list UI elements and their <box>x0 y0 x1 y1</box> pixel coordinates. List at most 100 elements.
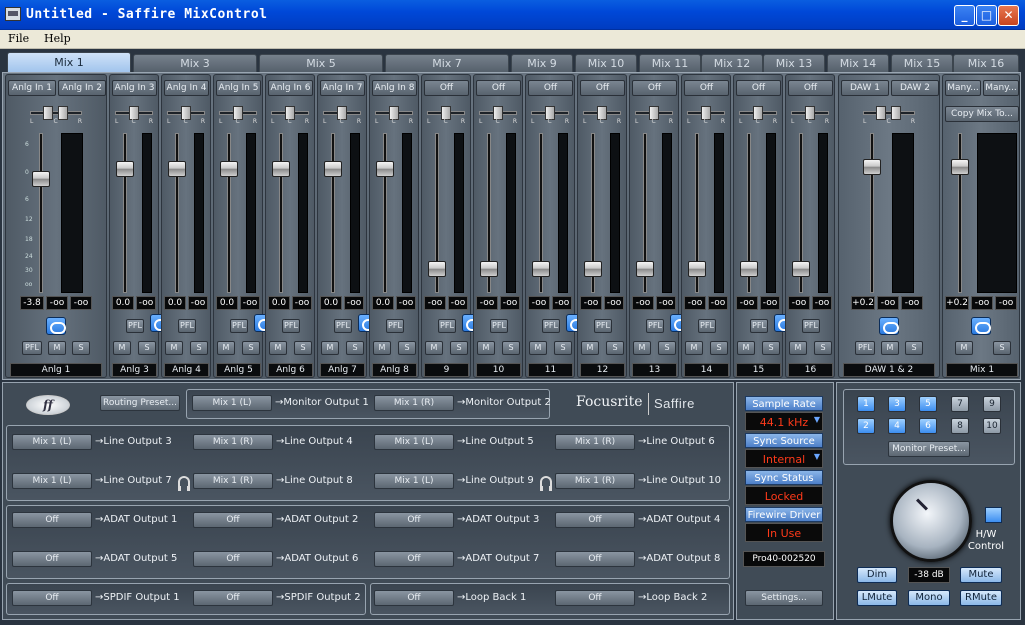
input-source-select[interactable]: Many... <box>945 80 981 96</box>
stereo-link-icon[interactable] <box>46 317 66 335</box>
volume-fader[interactable] <box>792 133 810 293</box>
route-source-select[interactable]: Mix 1 (R) <box>374 395 454 411</box>
mute-all-button[interactable]: Mute <box>960 567 1002 583</box>
solo-button[interactable]: S <box>346 341 364 355</box>
settings-button[interactable]: Settings... <box>745 590 823 606</box>
mute-button[interactable]: M <box>165 341 183 355</box>
route-source-select[interactable]: Mix 1 (R) <box>193 473 273 489</box>
input-source-select[interactable]: Anlg In 7 <box>320 80 365 96</box>
route-source-select[interactable]: Off <box>555 512 635 528</box>
volume-fader[interactable] <box>863 133 881 293</box>
pan-control[interactable]: LCR <box>427 102 465 125</box>
mute-button[interactable]: M <box>881 341 899 355</box>
route-source-select[interactable]: Off <box>193 590 273 606</box>
solo-button[interactable]: S <box>242 341 260 355</box>
mono-button[interactable]: Mono <box>908 590 950 606</box>
tab-mix-1[interactable]: Mix 1 <box>7 52 131 73</box>
pfl-button[interactable]: PFL <box>178 319 196 333</box>
input-source-select[interactable]: Anlg In 2 <box>58 80 106 96</box>
mute-button[interactable]: M <box>581 341 599 355</box>
input-source-select[interactable]: DAW 1 <box>841 80 889 96</box>
input-source-select[interactable]: Anlg In 3 <box>112 80 157 96</box>
pan-control[interactable]: LCR <box>271 102 309 125</box>
route-source-select[interactable]: Mix 1 (L) <box>374 473 454 489</box>
input-source-select[interactable]: Off <box>632 80 677 96</box>
mute-button[interactable]: M <box>955 341 973 355</box>
input-source-select[interactable]: Anlg In 6 <box>268 80 313 96</box>
pan-control[interactable]: LCR <box>375 102 413 125</box>
volume-fader[interactable] <box>428 133 446 293</box>
monitor-button-9[interactable]: 9 <box>983 396 1001 412</box>
pan-control[interactable]: LCR <box>167 102 205 125</box>
volume-fader[interactable] <box>688 133 706 293</box>
routing-preset-button[interactable]: Routing Preset... <box>100 395 180 411</box>
pfl-button[interactable]: PFL <box>22 341 42 355</box>
mute-button[interactable]: M <box>685 341 703 355</box>
stereo-link-icon[interactable] <box>879 317 899 335</box>
right-mute-button[interactable]: RMute <box>960 590 1002 606</box>
solo-button[interactable]: S <box>138 341 156 355</box>
volume-fader[interactable] <box>636 133 654 293</box>
left-mute-button[interactable]: LMute <box>857 590 897 606</box>
mute-button[interactable]: M <box>269 341 287 355</box>
route-source-select[interactable]: Mix 1 (L) <box>12 473 92 489</box>
pfl-button[interactable]: PFL <box>594 319 612 333</box>
monitor-button-8[interactable]: 8 <box>951 418 969 434</box>
solo-button[interactable]: S <box>398 341 416 355</box>
monitor-button-10[interactable]: 10 <box>983 418 1001 434</box>
route-source-select[interactable]: Mix 1 (L) <box>374 434 454 450</box>
pan-control[interactable]: LCR <box>219 102 257 125</box>
close-button[interactable]: ✕ <box>998 5 1019 26</box>
route-source-select[interactable]: Off <box>374 551 454 567</box>
volume-fader[interactable] <box>532 133 550 293</box>
volume-fader[interactable] <box>584 133 602 293</box>
solo-button[interactable]: S <box>993 341 1011 355</box>
pfl-button[interactable]: PFL <box>490 319 508 333</box>
input-source-select[interactable]: Off <box>684 80 729 96</box>
pfl-button[interactable]: PFL <box>438 319 456 333</box>
volume-fader[interactable] <box>272 133 290 293</box>
mute-button[interactable]: M <box>633 341 651 355</box>
tab-mix-11[interactable]: Mix 11 <box>639 54 701 72</box>
pan-control[interactable]: LCR <box>583 102 621 125</box>
route-source-select[interactable]: Mix 1 (R) <box>555 434 635 450</box>
route-source-select[interactable]: Mix 1 (L) <box>12 434 92 450</box>
mute-button[interactable]: M <box>217 341 235 355</box>
route-source-select[interactable]: Off <box>12 512 92 528</box>
mute-button[interactable]: M <box>321 341 339 355</box>
pan-control[interactable]: LCR <box>30 102 82 125</box>
pan-control[interactable]: LCR <box>791 102 829 125</box>
route-source-select[interactable]: Off <box>12 551 92 567</box>
mute-button[interactable]: M <box>373 341 391 355</box>
input-source-select[interactable]: Off <box>424 80 469 96</box>
pan-control[interactable]: LCR <box>115 102 153 125</box>
input-source-select[interactable]: Off <box>788 80 833 96</box>
route-source-select[interactable]: Off <box>12 590 92 606</box>
monitor-button-3[interactable]: 3 <box>888 396 906 412</box>
tab-mix-10[interactable]: Mix 10 <box>575 54 637 72</box>
input-source-select[interactable]: Anlg In 1 <box>8 80 56 96</box>
input-source-select[interactable]: Many... <box>983 80 1019 96</box>
mute-button[interactable]: M <box>425 341 443 355</box>
pfl-button[interactable]: PFL <box>750 319 768 333</box>
pfl-button[interactable]: PFL <box>802 319 820 333</box>
dim-button[interactable]: Dim <box>857 567 897 583</box>
input-source-select[interactable]: DAW 2 <box>891 80 939 96</box>
pfl-button[interactable]: PFL <box>646 319 664 333</box>
solo-button[interactable]: S <box>762 341 780 355</box>
monitor-button-5[interactable]: 5 <box>919 396 937 412</box>
solo-button[interactable]: S <box>710 341 728 355</box>
solo-button[interactable]: S <box>294 341 312 355</box>
tab-mix-12[interactable]: Mix 12 <box>701 54 763 72</box>
monitor-button-2[interactable]: 2 <box>857 418 875 434</box>
menu-file[interactable]: File <box>8 32 29 45</box>
solo-button[interactable]: S <box>190 341 208 355</box>
pfl-button[interactable]: PFL <box>334 319 352 333</box>
stereo-link-icon[interactable] <box>971 317 991 335</box>
input-source-select[interactable]: Off <box>736 80 781 96</box>
solo-button[interactable]: S <box>72 341 90 355</box>
input-source-select[interactable]: Anlg In 8 <box>372 80 417 96</box>
mute-button[interactable]: M <box>789 341 807 355</box>
pfl-button[interactable]: PFL <box>542 319 560 333</box>
solo-button[interactable]: S <box>606 341 624 355</box>
